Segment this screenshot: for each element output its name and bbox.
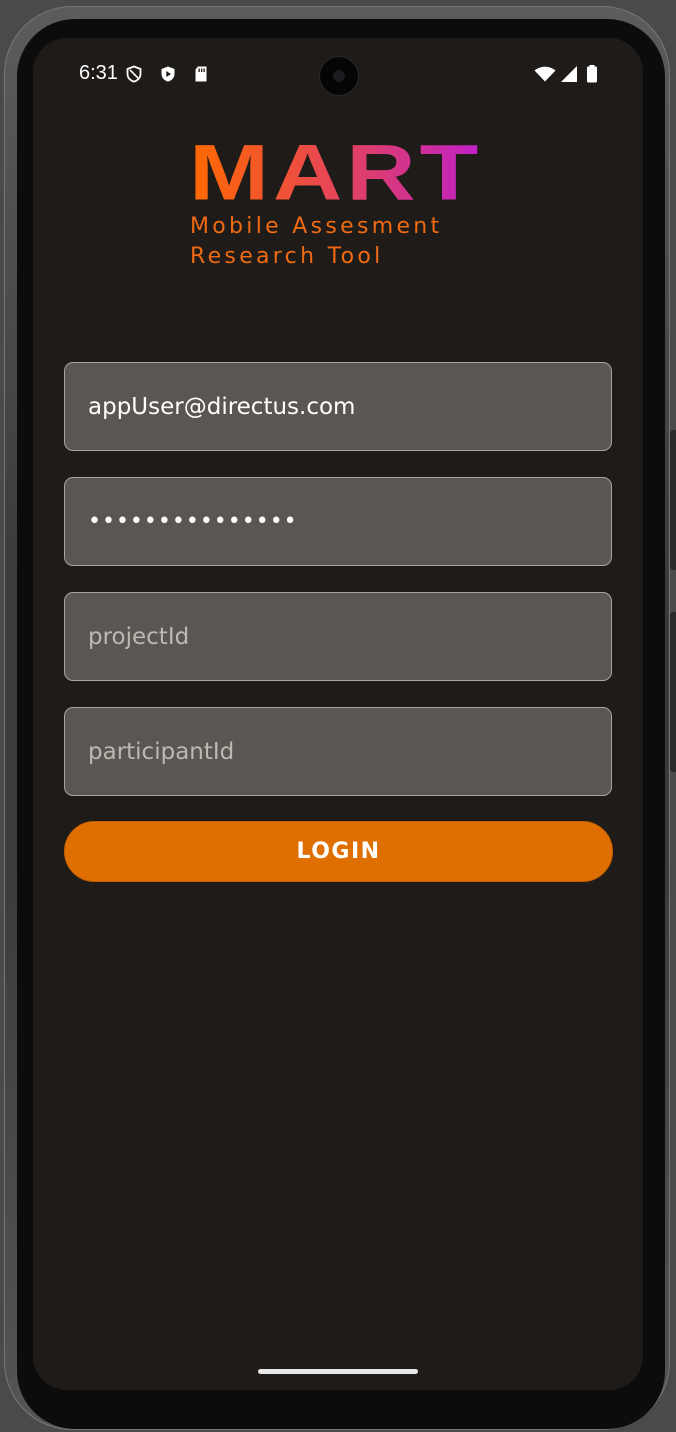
mart-logo: MART Mobile Assesment Research Tool xyxy=(189,134,489,274)
power-button xyxy=(670,612,676,772)
project-id-field[interactable] xyxy=(64,592,612,681)
logo-subtitle-line1: Mobile Assesment xyxy=(190,214,443,239)
participant-id-input[interactable] xyxy=(65,708,611,795)
shield-play-icon xyxy=(161,66,175,82)
sd-card-icon xyxy=(195,66,207,82)
volume-button xyxy=(670,430,676,570)
logo-subtitle-line2: Research Tool xyxy=(190,244,384,269)
front-camera xyxy=(319,56,359,96)
app-screen: 6:31 MART Mobile Assesment Research Tool… xyxy=(33,38,643,1390)
device-frame: 6:31 MART Mobile Assesment Research Tool… xyxy=(0,0,676,1432)
shield-outline-icon xyxy=(126,65,142,83)
wifi-icon xyxy=(534,66,556,82)
email-field[interactable] xyxy=(64,362,612,451)
project-id-input[interactable] xyxy=(65,593,611,680)
home-indicator[interactable] xyxy=(258,1369,418,1374)
status-bar: 6:31 xyxy=(33,38,643,114)
signal-icon xyxy=(561,66,577,82)
status-time: 6:31 xyxy=(79,62,118,84)
battery-icon xyxy=(587,65,597,83)
email-input[interactable] xyxy=(65,363,611,450)
password-input[interactable] xyxy=(65,478,611,565)
password-field[interactable] xyxy=(64,477,612,566)
logo-title: MART xyxy=(189,129,483,217)
login-button[interactable]: LOGIN xyxy=(64,821,613,882)
participant-id-field[interactable] xyxy=(64,707,612,796)
